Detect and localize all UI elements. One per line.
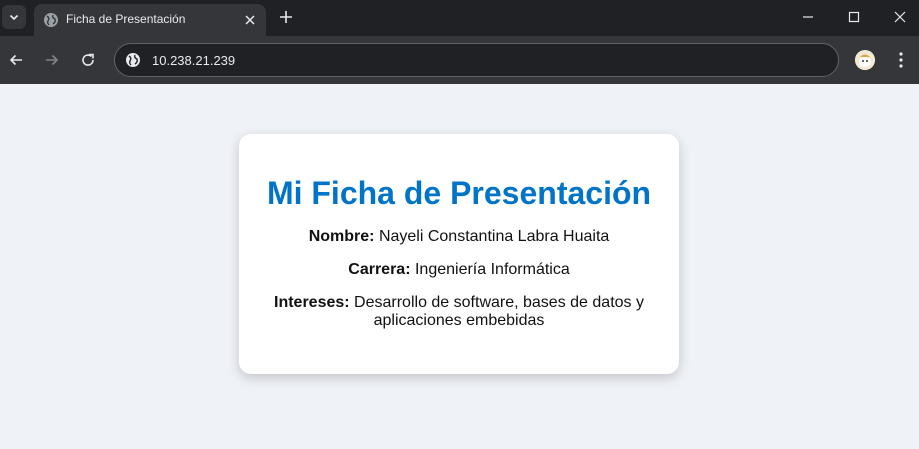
reload-icon [82,53,94,66]
tab-search-button[interactable] [2,5,26,29]
address-bar[interactable]: 10.238.21.239 [114,43,839,77]
field-label: Carrera: [348,261,411,278]
minimize-button[interactable] [796,6,820,28]
field-label: Nombre: [308,228,375,245]
field-carrera: Carrera: Ingeniería Informática [259,261,659,279]
presentation-card: Mi Ficha de Presentación Nombre: Nayeli … [239,134,679,374]
field-intereses: Intereses: Desarrollo de software, bases… [259,294,659,330]
field-label: Intereses: [274,294,350,311]
page-content: Mi Ficha de Presentación Nombre: Nayeli … [0,84,919,449]
maximize-button[interactable] [842,6,866,28]
card-title: Mi Ficha de Presentación [266,175,652,211]
forward-button[interactable] [40,48,64,72]
more-menu-icon [899,52,903,68]
maximize-icon [848,11,860,23]
field-value: Ingeniería Informática [414,261,570,278]
close-icon[interactable] [242,12,258,28]
reload-button[interactable] [76,48,100,72]
forward-arrow-icon [46,54,59,66]
back-arrow-icon [9,54,22,66]
field-nombre: Nombre: Nayeli Constantina Labra Huaita [259,228,659,246]
plus-icon[interactable] [277,8,295,26]
profile-avatar-icon [855,50,875,70]
url-text[interactable]: 10.238.21.239 [152,53,235,68]
minimize-icon [803,16,813,18]
window-close-icon [894,11,906,23]
chevron-down-icon [9,14,19,21]
window-close-button[interactable] [888,6,912,28]
profile-button[interactable] [855,50,875,70]
browser-toolbar: 10.238.21.239 [0,36,919,84]
site-info-icon[interactable] [125,52,141,68]
globe-icon [44,13,58,27]
browser-tab-active[interactable]: Ficha de Presentación [34,4,266,36]
tab-title: Ficha de Presentación [66,12,186,26]
more-menu-button[interactable] [893,50,909,70]
browser-tab-strip: Ficha de Presentación [0,0,919,36]
back-button[interactable] [4,48,28,72]
field-value: Desarrollo de software, bases de datos y… [354,294,644,329]
field-value: Nayeli Constantina Labra Huaita [378,228,610,245]
